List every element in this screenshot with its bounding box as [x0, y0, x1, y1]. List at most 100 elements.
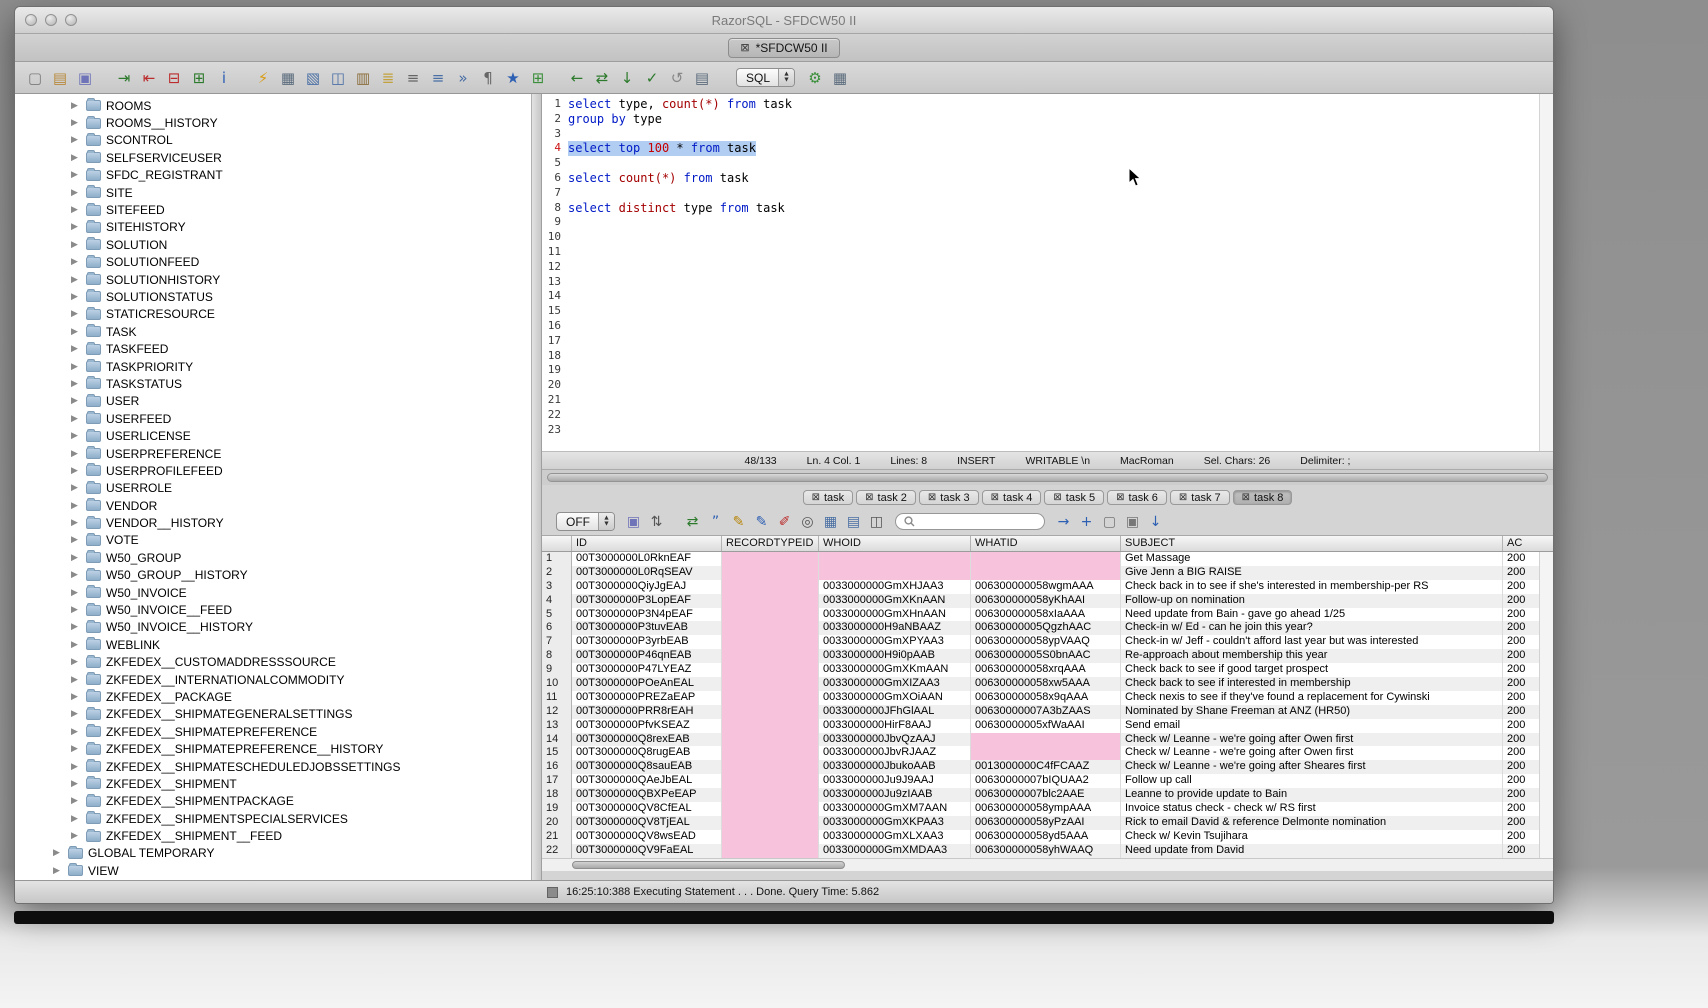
tree-item[interactable]: ▶SOLUTIONHISTORY [15, 271, 531, 288]
tree-item[interactable]: ▶USER [15, 393, 531, 410]
close-tab-icon[interactable]: ⊠ [991, 492, 999, 503]
cell[interactable] [722, 844, 819, 858]
connection-info-icon[interactable]: i [214, 68, 234, 88]
tree-item[interactable]: ▶ZKFEDEX__SHIPMATESCHEDULEDJOBSSETTINGS [15, 758, 531, 775]
editor-line[interactable]: 15 [542, 304, 1553, 319]
back-icon[interactable]: ← [567, 68, 587, 88]
disclosure-triangle-icon[interactable]: ▶ [71, 414, 81, 424]
close-tab-icon[interactable]: ⊠ [928, 492, 936, 503]
cell[interactable]: Leanne to provide update to Bain [1121, 788, 1503, 802]
cell[interactable]: 0033000000GmXLXAA3 [819, 830, 971, 844]
cell[interactable] [722, 760, 819, 774]
cell[interactable]: Check back to see if good target prospec… [1121, 663, 1503, 677]
tree-item[interactable]: ▶SOLUTION [15, 236, 531, 253]
cell[interactable]: 00T3000000QV8TjEAL [572, 816, 722, 830]
disclosure-triangle-icon[interactable]: ▶ [71, 344, 81, 354]
table-row[interactable]: 1600T3000000Q8sauEAB0033000000JbukoAAB00… [542, 760, 1553, 774]
grid-view-icon[interactable]: ▦ [821, 512, 840, 531]
cell[interactable]: 006300000058x9qAAA [971, 691, 1121, 705]
tree-item[interactable]: ▶SITEHISTORY [15, 219, 531, 236]
export-results-icon[interactable]: ▢ [1100, 512, 1119, 531]
tree-editor-splitter[interactable] [532, 94, 542, 880]
cell[interactable]: 0033000000Ju9J9AAJ [819, 774, 971, 788]
table-row[interactable]: 200T3000000L0RqSEAVGive Jenn a BIG RAISE… [542, 566, 1553, 580]
cell[interactable] [722, 580, 819, 594]
disclosure-triangle-icon[interactable]: ▶ [71, 744, 81, 754]
tree-item[interactable]: ▶STATICRESOURCE [15, 306, 531, 323]
add-connection-icon[interactable]: ⊞ [189, 68, 209, 88]
cell[interactable]: 0033000000GmXPYAA3 [819, 635, 971, 649]
zoom-window-button[interactable] [65, 14, 77, 26]
cell[interactable]: Check w/ Kevin Tsujihara [1121, 830, 1503, 844]
copy-icon[interactable]: ◫ [328, 68, 348, 88]
column-header-recordtypeid[interactable]: RECORDTYPEID [722, 536, 819, 551]
cell[interactable]: 006300000058ypVAAQ [971, 635, 1121, 649]
cell[interactable]: Need update from David [1121, 844, 1503, 858]
cell[interactable]: Invoice status check - check w/ RS first [1121, 802, 1503, 816]
new-file-icon[interactable]: ▢ [25, 68, 45, 88]
tree-item[interactable]: ▶VENDOR__HISTORY [15, 514, 531, 531]
favorites-icon[interactable]: ★ [503, 68, 523, 88]
editor-line[interactable]: 18 [542, 349, 1553, 364]
cell[interactable] [722, 677, 819, 691]
format-sql-icon[interactable]: ¶ [478, 68, 498, 88]
tree-item[interactable]: ▶ZKFEDEX__SHIPMATEPREFERENCE__HISTORY [15, 740, 531, 757]
cell[interactable]: 00630000007blc2AAE [971, 788, 1121, 802]
tree-item[interactable]: ▶SCONTROL [15, 132, 531, 149]
refresh-results-icon[interactable]: ⇄ [683, 512, 702, 531]
execute-sql-icon[interactable]: ⚡ [253, 68, 273, 88]
minimize-window-button[interactable] [45, 14, 57, 26]
cell[interactable] [722, 691, 819, 705]
download-results-icon[interactable]: ↓ [1146, 512, 1165, 531]
disclosure-triangle-icon[interactable]: ▶ [71, 831, 81, 841]
tree-item[interactable]: ▶W50_GROUP__HISTORY [15, 567, 531, 584]
editor-line[interactable]: 20 [542, 378, 1553, 393]
editor-line[interactable]: 12 [542, 260, 1553, 275]
disclosure-triangle-icon[interactable]: ▶ [71, 727, 81, 737]
cell[interactable]: 00T3000000P3LopEAF [572, 594, 722, 608]
cell[interactable]: Need update from Bain - gave go ahead 1/… [1121, 608, 1503, 622]
disclosure-triangle-icon[interactable]: ▶ [71, 483, 81, 493]
tree-item[interactable]: ▶W50_GROUP [15, 549, 531, 566]
tree-item[interactable]: ▶ZKFEDEX__CUSTOMADDRESSSOURCE [15, 654, 531, 671]
form-view-icon[interactable]: ▤ [844, 512, 863, 531]
cell[interactable] [971, 746, 1121, 760]
close-document-icon[interactable]: ⊠ [740, 41, 749, 54]
reload-icon[interactable]: ⇄ [592, 68, 612, 88]
cell[interactable]: Rick to email David & reference Delmonte… [1121, 816, 1503, 830]
cell[interactable]: 0033000000GmXHnAAN [819, 608, 971, 622]
cell[interactable]: 00T3000000Q8sauEAB [572, 760, 722, 774]
cell[interactable]: 0033000000Ju9zIAAB [819, 788, 971, 802]
cell[interactable]: 00T3000000QAeJbEAL [572, 774, 722, 788]
search-next-icon[interactable]: → [1054, 512, 1073, 531]
cell[interactable]: 006300000058yd5AAA [971, 830, 1121, 844]
splitter-grip[interactable] [547, 473, 1548, 482]
list-icon[interactable]: ≡ [403, 68, 423, 88]
cell[interactable]: Give Jenn a BIG RAISE [1121, 566, 1503, 580]
tree-item[interactable]: ▶ZKFEDEX__SHIPMENT [15, 775, 531, 792]
cell[interactable] [722, 649, 819, 663]
cell[interactable]: 006300000058xIaAAA [971, 608, 1121, 622]
tree-item[interactable]: ▶VIEW [15, 862, 531, 879]
editor-results-splitter[interactable] [542, 470, 1553, 485]
cell[interactable] [819, 566, 971, 580]
stop-icon[interactable] [547, 887, 558, 898]
cell[interactable]: 0033000000HirF8AAJ [819, 719, 971, 733]
cell[interactable] [722, 594, 819, 608]
table-icon[interactable]: ▦ [278, 68, 298, 88]
disclosure-triangle-icon[interactable]: ▶ [71, 553, 81, 563]
disclosure-triangle-icon[interactable]: ▶ [71, 222, 81, 232]
disclosure-triangle-icon[interactable]: ▶ [71, 588, 81, 598]
table-row[interactable]: 2100T3000000QV8wsEAD0033000000GmXLXAA300… [542, 830, 1553, 844]
cell[interactable]: 006300000058yhWAAQ [971, 844, 1121, 858]
cell[interactable]: 0033000000GmXKnAAN [819, 594, 971, 608]
editor-line[interactable]: 9 [542, 215, 1553, 230]
log-icon[interactable]: ▤ [692, 68, 712, 88]
close-window-button[interactable] [25, 14, 37, 26]
disclosure-triangle-icon[interactable]: ▶ [71, 292, 81, 302]
results-search-field[interactable] [895, 513, 1045, 530]
table-row[interactable]: 1400T3000000Q8rexEAB0033000000JbvQzAAJCh… [542, 733, 1553, 747]
cell[interactable]: 0033000000GmXHJAA3 [819, 580, 971, 594]
table-row[interactable]: 700T3000000P3yrbEAB0033000000GmXPYAA3006… [542, 635, 1553, 649]
cell[interactable]: Check back to see if interested in membe… [1121, 677, 1503, 691]
